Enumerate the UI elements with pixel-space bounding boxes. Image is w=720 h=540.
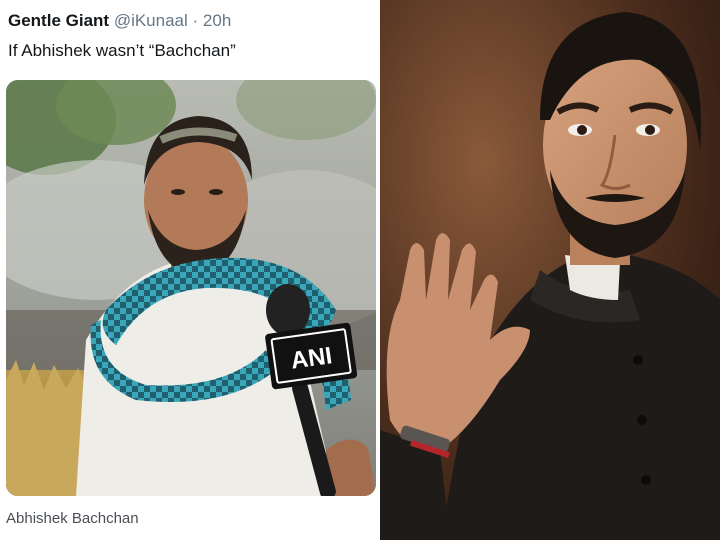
image-caption: Abhishek Bachchan: [6, 510, 139, 527]
tweet-header: Gentle Giant @iKunaal · 20h: [8, 10, 231, 32]
meme-canvas: Gentle Giant @iKunaal · 20h If Abhishek …: [0, 0, 720, 540]
tweet-author-handle[interactable]: @iKunaal: [114, 11, 188, 30]
tweet-author-name[interactable]: Gentle Giant: [8, 11, 109, 30]
portrait-photo: [380, 0, 720, 540]
tweet-card: Gentle Giant @iKunaal · 20h If Abhishek …: [0, 0, 378, 540]
celebrity-portrait: [380, 0, 720, 540]
tweet-text: If Abhishek wasn’t “Bachchan”: [8, 41, 236, 60]
tweet-separator: ·: [192, 11, 199, 30]
ani-logo-text: ANI: [289, 342, 334, 374]
tweet-media-image[interactable]: ANI: [6, 80, 376, 496]
tweet-timestamp[interactable]: 20h: [203, 11, 231, 30]
interview-photo: ANI: [6, 80, 376, 496]
